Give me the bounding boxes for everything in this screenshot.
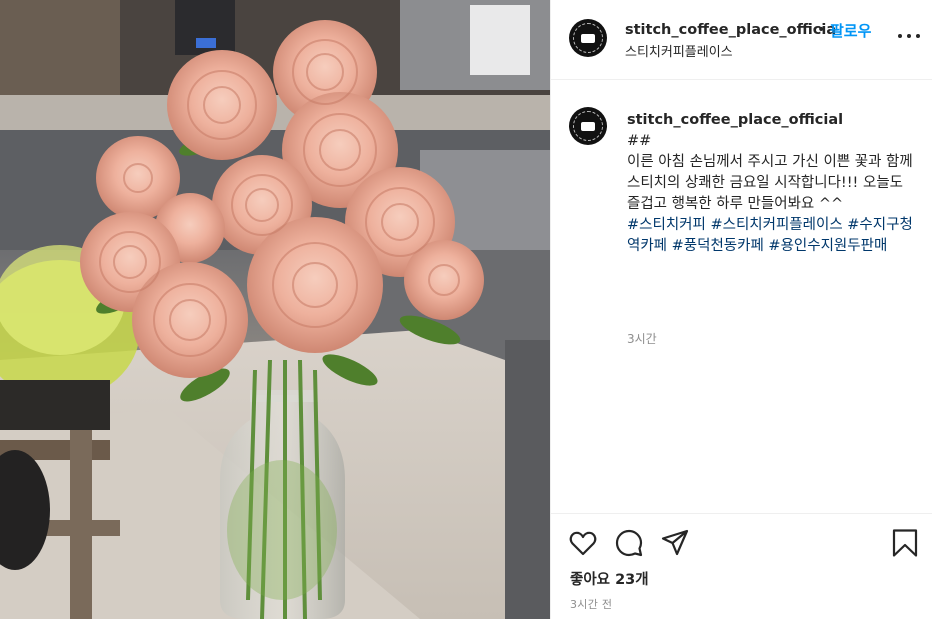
comment-icon[interactable]: [614, 528, 644, 558]
post-timestamp[interactable]: 3시간 전: [570, 596, 612, 612]
coffee-logo-icon: [573, 23, 603, 53]
post-actions: 좋아요 23개 3시간 전: [551, 513, 932, 619]
separator-dot: •: [817, 22, 826, 38]
bookmark-icon[interactable]: [890, 528, 920, 558]
caption-avatar[interactable]: [569, 107, 607, 145]
coffee-logo-icon: [573, 111, 603, 141]
caption-hashtags[interactable]: #스티치커피 #스티치커피플레이스 #수지구청역카페 #풍덕천동카페 #용인수지…: [627, 215, 917, 257]
likes-count[interactable]: 좋아요 23개: [570, 568, 649, 589]
post-side-panel: stitch_coffee_place_officia • 팔로우 스티치커피플…: [550, 0, 932, 619]
flowers-vase-image: [0, 0, 550, 619]
more-options-icon[interactable]: [898, 34, 920, 42]
caption-username[interactable]: stitch_coffee_place_official: [627, 110, 917, 131]
caption-line: 스티치의 상쾌한 금요일 시작합니다!!! 오늘도 즐겁고 행복한 하루 만들어…: [627, 175, 903, 212]
header-username[interactable]: stitch_coffee_place_officia: [625, 22, 836, 38]
caption-area: stitch_coffee_place_official ## 이른 아침 손님…: [551, 81, 932, 513]
post-photo[interactable]: [0, 0, 550, 619]
caption-line: 이른 아침 손님께서 주시고 가신 이쁜 꽃과 함께: [627, 154, 913, 170]
caption-text: stitch_coffee_place_official ## 이른 아침 손님…: [627, 110, 917, 257]
header-subtitle: 스티치커피플레이스: [625, 45, 733, 60]
profile-avatar[interactable]: [569, 19, 607, 57]
post-header: stitch_coffee_place_officia • 팔로우 스티치커피플…: [551, 0, 932, 80]
heart-icon[interactable]: [568, 528, 598, 558]
follow-button[interactable]: 팔로우: [830, 20, 871, 41]
caption-line: ##: [627, 133, 652, 149]
caption-time: 3시간: [627, 332, 657, 346]
send-icon[interactable]: [660, 528, 690, 558]
